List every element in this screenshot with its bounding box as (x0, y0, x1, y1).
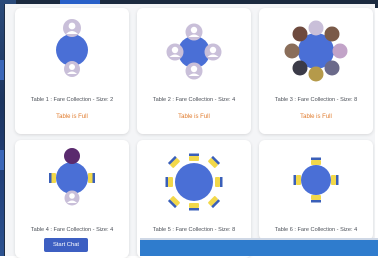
photo-avatar (308, 66, 324, 82)
photo-avatar (332, 43, 348, 59)
avatar-seat (308, 20, 324, 36)
table-card-1[interactable]: Table 1 : Fare Collection - Size: 2 Tabl… (15, 8, 129, 134)
chair-right (88, 173, 95, 183)
avatar-seat-top (185, 23, 203, 41)
avatar-seat-left (166, 43, 184, 61)
chair-left (293, 175, 301, 185)
blue-overlay-panel (140, 240, 378, 256)
round-table (175, 163, 213, 201)
table-4-illustration (49, 148, 95, 206)
table-card-3[interactable]: Table 3 : Fare Collection - Size: 8 Tabl… (259, 8, 373, 134)
table-card-2[interactable]: Table 2 : Fare Collection - Size: 4 Tabl… (137, 8, 251, 134)
chair-left (49, 173, 56, 183)
chair-top-right (208, 155, 221, 168)
chair-top (189, 153, 199, 161)
table-2-status: Table is Full (178, 114, 210, 120)
table-card-6[interactable]: Table 6 : Fare Collection - Size: 4 (259, 140, 373, 240)
chair-bottom (189, 203, 199, 211)
avatar-seat-right (204, 43, 222, 61)
start-chat-button[interactable]: Start Chat (44, 238, 88, 252)
table-3-illustration (284, 20, 348, 82)
avatar-seat-bottom (185, 62, 203, 80)
photo-avatar (292, 60, 308, 76)
chair-right (215, 177, 223, 187)
photo-avatar (324, 60, 340, 76)
avatar-seat-bottom (64, 190, 80, 206)
chair-top (311, 157, 321, 165)
avatar-seat-top (63, 19, 81, 37)
table-2-illustration (166, 23, 222, 80)
chair-bottom-right (208, 196, 221, 209)
table-3-caption: Table 3 : Fare Collection - Size: 8 (274, 97, 358, 103)
table-6-illustration (293, 157, 339, 203)
chair-left (165, 177, 173, 187)
tables-page: Table 1 : Fare Collection - Size: 2 Tabl… (4, 4, 375, 258)
table-5-illustration (165, 153, 223, 211)
photo-avatar (64, 148, 80, 164)
table-1-illustration (56, 19, 88, 77)
round-table (56, 162, 88, 194)
chair-top-left (167, 155, 180, 168)
table-3-status: Table is Full (300, 114, 332, 120)
photo-avatar (284, 43, 300, 59)
table-6-caption: Table 6 : Fare Collection - Size: 4 (274, 227, 358, 233)
chair-bottom (311, 195, 321, 203)
table-1-status: Table is Full (56, 114, 88, 120)
table-2-caption: Table 2 : Fare Collection - Size: 4 (152, 97, 236, 103)
table-1-caption: Table 1 : Fare Collection - Size: 2 (30, 97, 114, 103)
avatar-seat-bottom (64, 61, 80, 77)
photo-avatar (292, 26, 308, 42)
table-5-caption: Table 5 : Fare Collection - Size: 8 (152, 227, 236, 233)
table-4-caption: Table 4 : Fare Collection - Size: 4 (30, 227, 114, 233)
round-table (301, 165, 331, 195)
chair-bottom-left (167, 196, 180, 209)
chair-right (331, 175, 339, 185)
photo-avatar (324, 26, 340, 42)
